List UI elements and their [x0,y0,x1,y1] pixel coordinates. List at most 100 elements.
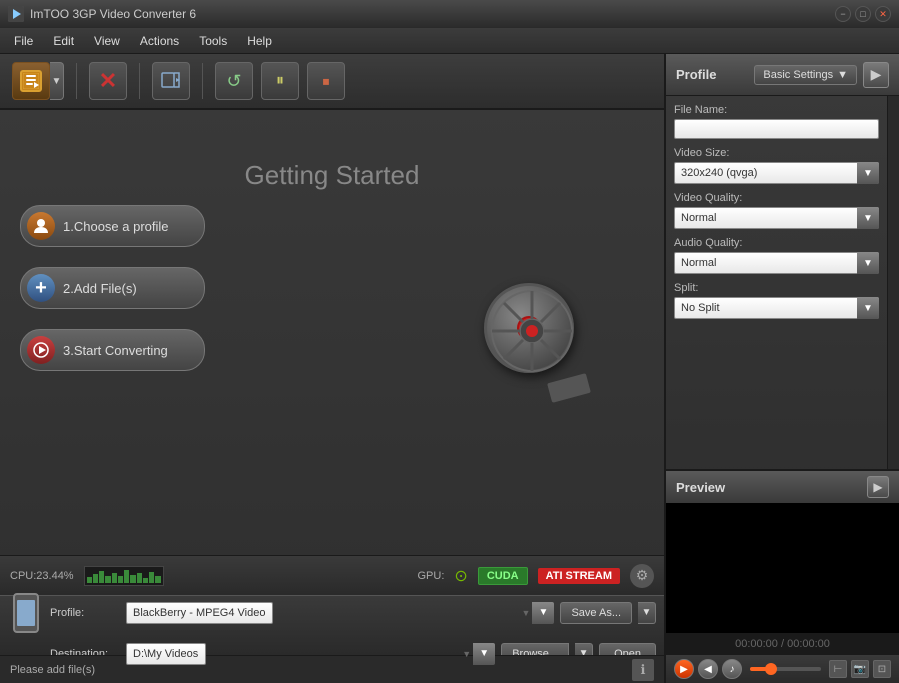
audio-quality-select-wrap: Normal High Low ▼ [674,252,879,274]
audio-quality-label: Audio Quality: [674,237,879,249]
audio-quality-group: Audio Quality: Normal High Low ▼ [674,237,879,274]
separator-2 [139,63,140,99]
video-quality-select-wrap: Normal High Low ▼ [674,207,879,229]
close-button[interactable]: ✕ [875,6,891,22]
profile-select-wrap: BlackBerry - MPEG4 Video ▼ [126,602,554,624]
volume-icon: ♪ [730,664,735,675]
minimize-button[interactable]: − [835,6,851,22]
volume-slider[interactable] [750,667,821,671]
ati-stream-badge[interactable]: ATI STREAM [538,568,620,584]
content-area: Getting Started 1.Choose a profile + 2.A… [0,110,664,555]
split-group: Split: No Split By Size By Time ▼ [674,282,879,319]
preview-screen [666,503,899,633]
split-label: Split: [674,282,879,294]
preview-title: Preview [676,480,867,495]
clip-start-icon: ⊢ [834,664,843,675]
menu-view[interactable]: View [84,31,130,51]
basic-settings-button[interactable]: Basic Settings ▼ [754,65,857,85]
reel-strip [547,373,591,403]
add-icon [20,70,42,92]
profile-settings-title: Profile [676,67,754,82]
video-size-select-wrap: 320x240 (qvga) 176x144 (qcif) 128x96 ▼ [674,162,879,184]
save-as-button[interactable]: Save As... [560,602,632,624]
destination-select-arrow: ▼ [473,643,495,665]
maximize-button[interactable]: □ [855,6,871,22]
volume-slider-thumb [765,663,777,675]
add-files-button[interactable]: + 2.Add File(s) [20,267,205,309]
play-icon: ▶ [680,664,688,675]
stop-icon: ⏹ [323,73,330,90]
video-quality-select[interactable]: Normal High Low [674,207,879,229]
preview-expand-button[interactable]: ▶ [867,476,889,498]
add-dropdown-button[interactable]: ▼ [50,62,64,100]
fullscreen-icon: ⊡ [878,664,886,675]
file-name-input[interactable] [674,119,879,139]
right-panel: Profile Basic Settings ▼ ▶ File Name: Vi… [664,54,899,683]
profile-select-arrow: ▼ [532,602,554,624]
split-select[interactable]: No Split By Size By Time [674,297,879,319]
right-panel-expand-button[interactable]: ▶ [863,62,889,88]
menu-edit[interactable]: Edit [43,31,84,51]
refresh-icon: ↺ [226,71,241,92]
separator-3 [202,63,203,99]
settings-scrollbar[interactable] [887,96,899,469]
save-dropdown-button[interactable]: ▼ [638,602,656,624]
basic-settings-arrow: ▼ [837,69,848,81]
status-info-button[interactable]: ℹ [632,659,654,681]
clip-start-button[interactable]: ⊢ [829,660,847,678]
choose-profile-label: 1.Choose a profile [63,219,169,234]
pause-icon: ⏸ [276,72,284,90]
menu-file[interactable]: File [4,31,43,51]
app-title: ImTOO 3GP Video Converter 6 [30,7,835,21]
export-button[interactable] [152,62,190,100]
snapshot-button[interactable]: 📷 [851,660,869,678]
profile-destination-bar: Profile: BlackBerry - MPEG4 Video ▼ Save… [0,595,664,655]
film-reel-decoration [484,283,584,383]
delete-button[interactable]: ✕ [89,62,127,100]
prev-icon: ◀ [704,664,712,675]
prev-frame-button[interactable]: ◀ [698,659,718,679]
start-converting-button[interactable]: 3.Start Converting [20,329,205,371]
video-size-label: Video Size: [674,147,879,159]
cpu-label: CPU:23.44% [10,570,74,582]
cpu-graph [84,566,164,586]
export-icon [160,69,182,94]
separator-1 [76,63,77,99]
preview-controls: ▶ ◀ ♪ ⊢ 📷 ⊡ [666,655,899,683]
destination-select[interactable]: D:\My Videos [126,643,206,665]
title-bar: ImTOO 3GP Video Converter 6 − □ ✕ [0,0,899,28]
fullscreen-button[interactable]: ⊡ [873,660,891,678]
pause-button[interactable]: ⏸ [261,62,299,100]
window-controls: − □ ✕ [835,6,891,22]
stop-button[interactable]: ⏹ [307,62,345,100]
basic-settings-label: Basic Settings [763,69,833,81]
profile-step-icon [27,212,55,240]
add-file-button[interactable] [12,62,50,100]
start-converting-label: 3.Start Converting [63,343,168,358]
choose-profile-button[interactable]: 1.Choose a profile [20,205,205,247]
audio-quality-select[interactable]: Normal High Low [674,252,879,274]
menu-actions[interactable]: Actions [130,31,189,51]
video-size-select[interactable]: 320x240 (qvga) 176x144 (qcif) 128x96 [674,162,879,184]
cuda-badge[interactable]: CUDA [478,567,528,585]
app-icon [8,6,24,22]
reel-circle [484,283,574,373]
gpu-settings-button[interactable]: ⚙ [630,564,654,588]
menu-help[interactable]: Help [237,31,282,51]
refresh-button[interactable]: ↺ [215,62,253,100]
file-name-label: File Name: [674,104,879,116]
phone-icon [13,593,39,633]
steps-panel: 1.Choose a profile + 2.Add File(s) 3.Sta… [20,205,205,371]
getting-started-label: Getting Started [245,160,420,191]
play-button[interactable]: ▶ [674,659,694,679]
destination-select-wrap: D:\My Videos ▼ [126,643,495,665]
volume-button[interactable]: ♪ [722,659,742,679]
menu-tools[interactable]: Tools [189,31,237,51]
status-message: Please add file(s) [10,664,632,676]
profile-select[interactable]: BlackBerry - MPEG4 Video [126,602,273,624]
profile-label: Profile: [50,607,120,619]
preview-header: Preview ▶ [666,471,899,503]
file-name-group: File Name: [674,104,879,139]
profile-image-area [8,587,44,639]
main-layout: ▼ ✕ ↺ ⏸ [0,54,899,683]
